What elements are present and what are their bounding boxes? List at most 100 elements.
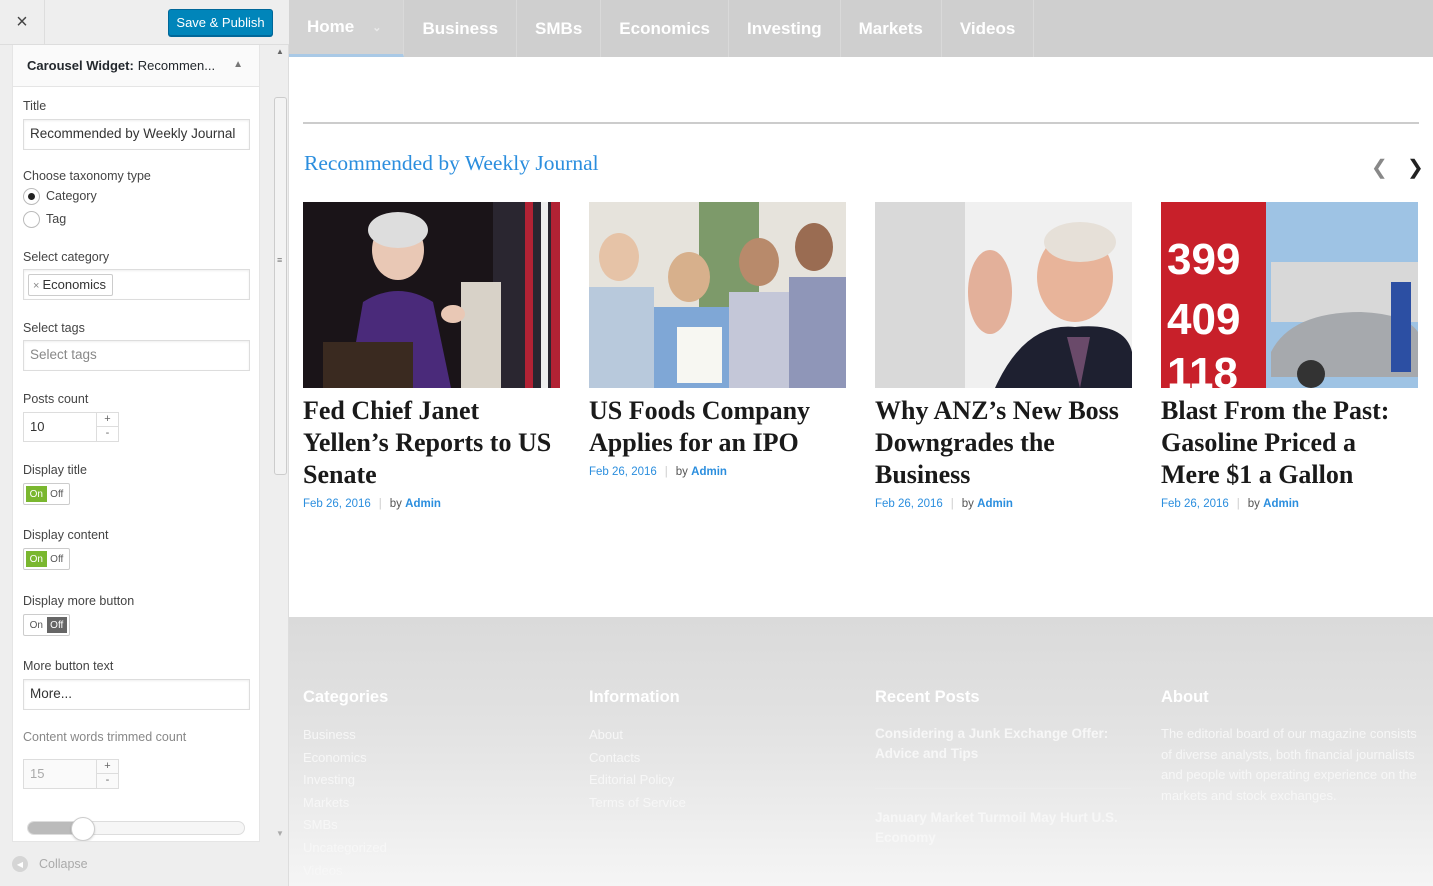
nav-item-home[interactable]: Home ⌄ (289, 0, 405, 57)
decrement-icon[interactable]: - (97, 427, 118, 441)
post-author[interactable]: Admin (977, 498, 1013, 510)
recent-post-link[interactable]: Considering a Junk Exchange Offer: Advic… (875, 724, 1135, 764)
carousel-prev-icon[interactable]: ❮ (1371, 155, 1388, 180)
scroll-down-icon[interactable]: ▼ (276, 829, 284, 838)
post-thumbnail[interactable] (875, 202, 1132, 388)
post-card[interactable]: Why ANZ’s New Boss Downgrades the Busine… (875, 202, 1132, 510)
post-thumbnail[interactable]: 399 409 118 (1161, 202, 1418, 388)
scroll-thumb[interactable] (274, 97, 287, 475)
collapse-widget-icon[interactable]: ▲ (233, 59, 243, 70)
radio-tag[interactable] (23, 211, 40, 228)
recent-post-link[interactable]: January Market Turmoil May Hurt U.S. Eco… (875, 808, 1135, 848)
divider (875, 788, 1131, 789)
footer-link[interactable]: SMBs (303, 814, 563, 837)
category-select[interactable]: × Economics (23, 269, 250, 300)
widget-header[interactable]: Carousel Widget: Recommen... ▲ (12, 45, 260, 87)
trim-stepper[interactable]: + - (96, 760, 118, 788)
post-title[interactable]: Fed Chief Janet Yellen’s Reports to US S… (303, 395, 560, 491)
footer-link[interactable]: Videos (303, 860, 563, 883)
close-icon[interactable]: × (0, 0, 45, 45)
collapse-button[interactable]: ◀ Collapse (12, 856, 88, 872)
post-thumbnail[interactable] (303, 202, 560, 388)
footer-link[interactable]: Markets (303, 792, 563, 815)
sidebar-scrollbar[interactable]: ▲ ≡ ▼ (272, 45, 289, 840)
title-input[interactable]: Recommended by Weekly Journal (23, 119, 250, 150)
sidebar-header: × Save & Publish (0, 0, 289, 45)
post-date[interactable]: Feb 26, 2016 (589, 466, 657, 478)
post-date[interactable]: Feb 26, 2016 (1161, 498, 1229, 510)
save-publish-button[interactable]: Save & Publish (168, 9, 273, 36)
slider-handle[interactable] (71, 817, 95, 841)
nav-item-business[interactable]: Business (404, 0, 518, 57)
toggle-on: On (26, 551, 47, 567)
decrement-icon[interactable]: - (97, 774, 118, 788)
by-label: by (675, 466, 688, 478)
meta-separator: | (1236, 498, 1240, 510)
trim-value: 15 (30, 766, 45, 781)
svg-text:409: 409 (1167, 295, 1240, 344)
post-author[interactable]: Admin (1263, 498, 1299, 510)
footer-link[interactable]: Economics (303, 747, 563, 770)
radio-tag-label: Tag (46, 212, 67, 226)
post-author[interactable]: Admin (691, 466, 727, 478)
title-label: Title (23, 99, 47, 113)
radio-category[interactable] (23, 188, 40, 205)
footer-heading: Recent Posts (875, 688, 980, 706)
footer-link[interactable]: Investing (303, 769, 563, 792)
more-text-input[interactable]: More... (23, 679, 250, 710)
nav-home-label: Home (307, 17, 355, 36)
trim-input[interactable]: 15 + - (23, 759, 119, 789)
category-chip-label: Economics (42, 277, 107, 292)
taxonomy-label: Choose taxonomy type (23, 169, 151, 183)
nav-item-economics[interactable]: Economics (601, 0, 729, 57)
footer-link[interactable]: Business (303, 724, 563, 747)
post-date[interactable]: Feb 26, 2016 (303, 498, 371, 510)
increment-icon[interactable]: + (97, 413, 118, 427)
carousel-next-icon[interactable]: ❯ (1407, 155, 1424, 180)
display-title-label: Display title (23, 463, 87, 477)
grip-icon: ≡ (277, 255, 283, 265)
post-title[interactable]: Blast From the Past: Gasoline Priced a M… (1161, 395, 1418, 491)
widget-form: Title Recommended by Weekly Journal Choo… (12, 87, 260, 842)
tags-select[interactable]: Select tags (23, 340, 250, 371)
toggle-on: On (26, 486, 47, 502)
nav-item-markets[interactable]: Markets (841, 0, 942, 57)
widget-name: Carousel Widget: (27, 58, 134, 73)
post-card[interactable]: 399 409 118 Blast From the Past: Gasolin… (1161, 202, 1418, 510)
post-author[interactable]: Admin (405, 498, 441, 510)
post-card[interactable]: US Foods Company Applies for an IPO Feb … (589, 202, 846, 478)
footer-heading: Categories (303, 688, 389, 706)
display-more-toggle[interactable]: On Off (23, 614, 70, 636)
post-meta: Feb 26, 2016 | by Admin (303, 498, 560, 510)
scroll-up-icon[interactable]: ▲ (276, 47, 284, 56)
display-content-toggle[interactable]: On Off (23, 548, 70, 570)
footer-link[interactable]: Editorial Policy (589, 769, 849, 792)
main-nav: Home ⌄ Business SMBs Economics Investing … (289, 0, 1433, 57)
nav-item-videos[interactable]: Videos (942, 0, 1035, 57)
nav-item-investing[interactable]: Investing (729, 0, 841, 57)
footer-link[interactable]: Uncategorized (303, 837, 563, 860)
widget-subtitle: Recommen... (137, 58, 216, 73)
nav-item-smbs[interactable]: SMBs (517, 0, 602, 57)
post-card[interactable]: Fed Chief Janet Yellen’s Reports to US S… (303, 202, 560, 510)
remove-chip-icon[interactable]: × (33, 280, 39, 292)
posts-count-stepper[interactable]: + - (96, 413, 118, 441)
post-title[interactable]: Why ANZ’s New Boss Downgrades the Busine… (875, 395, 1132, 491)
post-title[interactable]: US Foods Company Applies for an IPO (589, 395, 846, 459)
chevron-down-icon: ⌄ (372, 21, 382, 34)
trim-slider[interactable] (27, 817, 245, 841)
increment-icon[interactable]: + (97, 760, 118, 774)
footer-link[interactable]: Contacts (589, 747, 849, 770)
footer-link[interactable]: About (589, 724, 849, 747)
post-date[interactable]: Feb 26, 2016 (875, 498, 943, 510)
display-title-toggle[interactable]: On Off (23, 483, 70, 505)
footer-link[interactable]: Terms of Service (589, 792, 849, 815)
toggle-on: On (29, 619, 43, 631)
post-thumbnail[interactable] (589, 202, 846, 388)
tags-label: Select tags (23, 321, 85, 335)
by-label: by (961, 498, 974, 510)
category-chip[interactable]: × Economics (28, 274, 114, 296)
carousel-title: Recommended by Weekly Journal (304, 151, 599, 175)
meta-separator: | (378, 498, 382, 510)
posts-count-input[interactable]: 10 + - (23, 412, 119, 442)
